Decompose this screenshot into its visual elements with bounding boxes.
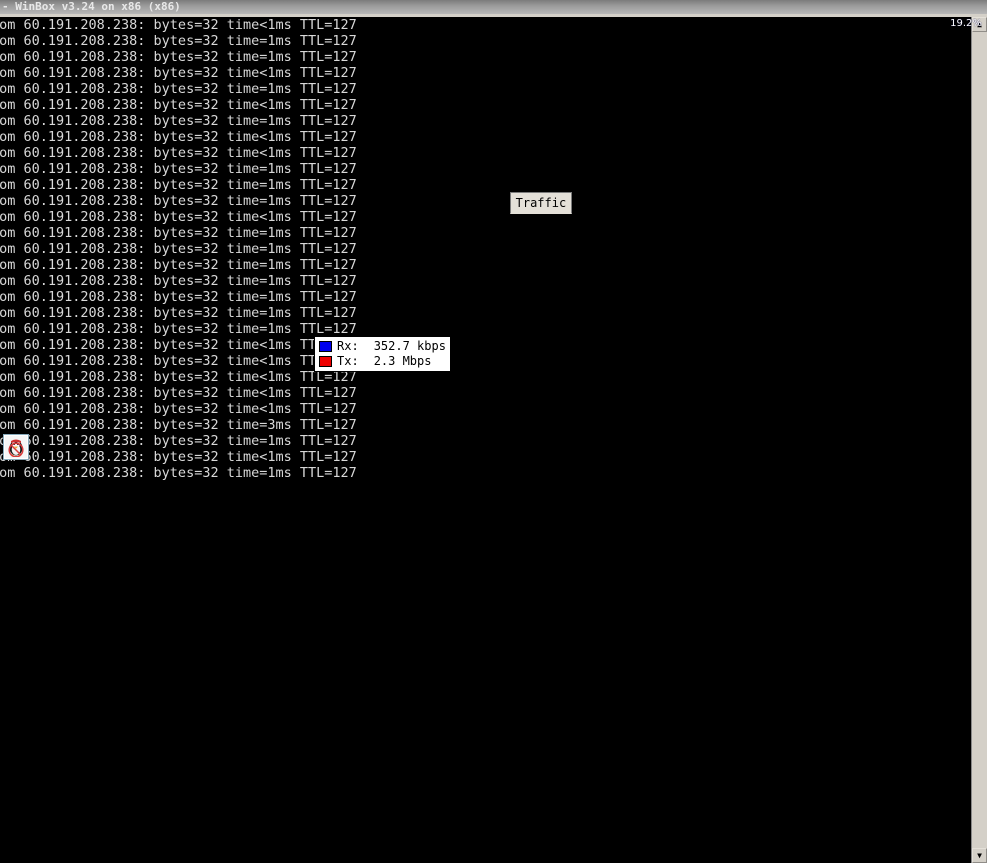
cmd-output-line: rom 60.191.208.238: bytes=32 time<1ms TT…: [0, 145, 357, 161]
cmd-output-line: rom 60.191.208.238: bytes=32 time=1ms TT…: [0, 225, 357, 241]
cmd-output-line: rom 60.191.208.238: bytes=32 time=1ms TT…: [0, 241, 357, 257]
rx-label: Rx:: [337, 339, 359, 353]
cmd-output-line: rom 60.191.208.238: bytes=32 time=1ms TT…: [0, 273, 357, 289]
cmd-output-line: rom 60.191.208.238: bytes=32 time<1ms TT…: [0, 353, 357, 369]
command-prompt-window: NDOWS\system32\ping.exe _ □ ✕ rom 60.191…: [0, 0, 987, 863]
tx-color-swatch: [319, 356, 332, 367]
cmd-output-line: rom 60.191.208.238: bytes=32 time=1ms TT…: [0, 33, 357, 49]
cmd-output-line: rom 60.191.208.238: bytes=32 time=1ms TT…: [0, 257, 357, 273]
cmd-output-line: rom 60.191.208.238: bytes=32 time=1ms TT…: [0, 161, 357, 177]
cmd-output-line: rom 60.191.208.238: bytes=32 time=1ms TT…: [0, 177, 357, 193]
cmd-output-line: rom 60.191.208.238: bytes=32 time=1ms TT…: [0, 433, 357, 449]
cmd-output-line: rom 60.191.208.238: bytes=32 time<1ms TT…: [0, 369, 357, 385]
cmd-output-line: rom 60.191.208.238: bytes=32 time<1ms TT…: [0, 337, 357, 353]
cmd-output-line: rom 60.191.208.238: bytes=32 time=1ms TT…: [0, 113, 357, 129]
cmd-output-line: rom 60.191.208.238: bytes=32 time=1ms TT…: [0, 305, 357, 321]
penguin-avatar-icon[interactable]: [3, 434, 29, 460]
cmd-output-line: rom 60.191.208.238: bytes=32 time=3ms TT…: [0, 417, 357, 433]
cmd-output-line: rom 60.191.208.238: bytes=32 time<1ms TT…: [0, 449, 357, 465]
tx-label: Tx:: [337, 354, 359, 368]
rx-value: 352.7 kbps: [373, 339, 446, 353]
desktop: - WinBox v3.24 on x86 (x86) 19.2% List ✕…: [0, 0, 987, 863]
cmd-scrollbar[interactable]: ▲ ▼: [971, 17, 987, 863]
cmd-output-line: rom 60.191.208.238: bytes=32 time<1ms TT…: [0, 209, 357, 225]
rx-color-swatch: [319, 341, 332, 352]
winbox-titlebar: - WinBox v3.24 on x86 (x86): [0, 0, 987, 14]
scroll-down-icon[interactable]: ▼: [972, 848, 987, 863]
cmd-output-line: rom 60.191.208.238: bytes=32 time=1ms TT…: [0, 81, 357, 97]
cmd-output-line: rom 60.191.208.238: bytes=32 time<1ms TT…: [0, 17, 357, 33]
cmd-output: rom 60.191.208.238: bytes=32 time<1ms TT…: [0, 17, 987, 863]
tab-traffic[interactable]: Traffic: [509, 192, 573, 214]
cmd-output-line: rom 60.191.208.238: bytes=32 time<1ms TT…: [0, 385, 357, 401]
cmd-output-line: rom 60.191.208.238: bytes=32 time=1ms TT…: [0, 193, 357, 209]
legend-tx: Tx: 2.3 Mbps: [319, 354, 446, 369]
cmd-output-line: rom 60.191.208.238: bytes=32 time=1ms TT…: [0, 49, 357, 65]
legend-rx: Rx: 352.7 kbps: [319, 339, 446, 354]
cmd-output-line: rom 60.191.208.238: bytes=32 time<1ms TT…: [0, 65, 357, 81]
rate-graph-legend: Rx: 352.7 kbps Tx: 2.3 Mbps: [314, 336, 451, 372]
cmd-output-line: rom 60.191.208.238: bytes=32 time=1ms TT…: [0, 465, 357, 481]
cmd-output-line: rom 60.191.208.238: bytes=32 time=1ms TT…: [0, 289, 357, 305]
cmd-output-line: rom 60.191.208.238: bytes=32 time=1ms TT…: [0, 321, 357, 337]
cmd-output-line: rom 60.191.208.238: bytes=32 time<1ms TT…: [0, 401, 357, 417]
cmd-output-line: rom 60.191.208.238: bytes=32 time<1ms TT…: [0, 129, 357, 145]
tx-value: 2.3 Mbps: [373, 354, 432, 368]
cmd-output-line: rom 60.191.208.238: bytes=32 time<1ms TT…: [0, 97, 357, 113]
cpu-usage-label: 19.2%: [950, 18, 982, 29]
